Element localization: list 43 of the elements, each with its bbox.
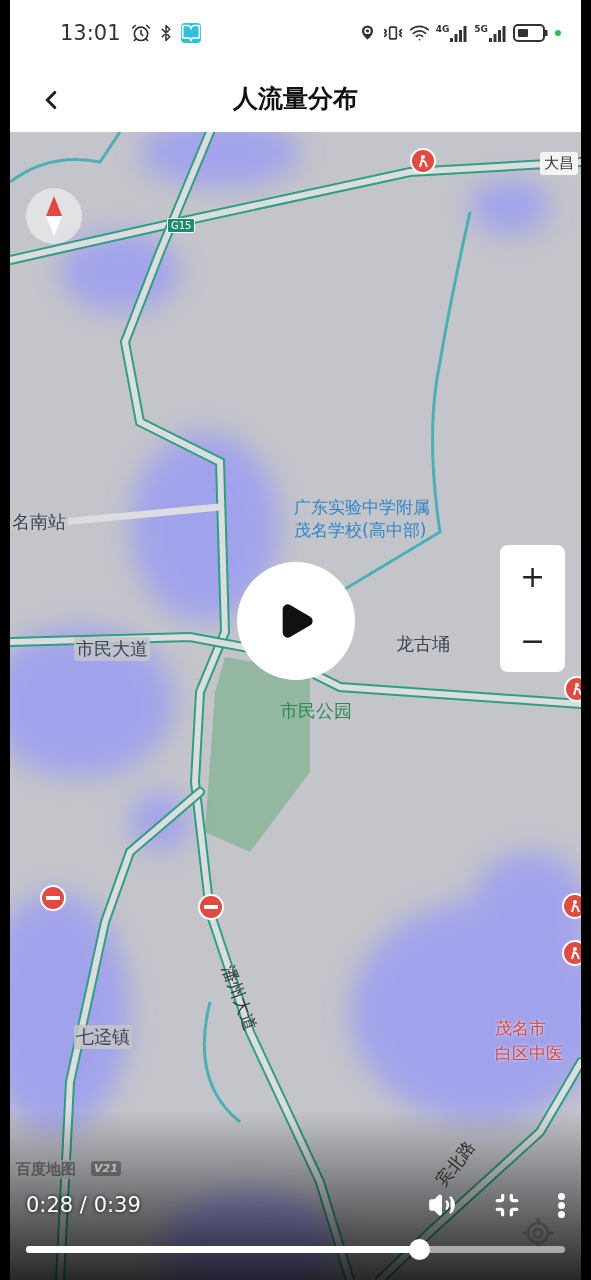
map-label: 白区中医 bbox=[495, 1042, 563, 1065]
map-label: 茂名市 bbox=[495, 1017, 546, 1040]
signal-icon bbox=[489, 23, 507, 42]
signal-icon bbox=[450, 23, 469, 42]
worker-icon bbox=[570, 682, 581, 696]
exit-fullscreen-icon bbox=[494, 1192, 520, 1218]
map-version: V21 bbox=[91, 1161, 121, 1176]
map-label: 龙古埇 bbox=[394, 632, 452, 656]
zoom-in-button[interactable]: + bbox=[500, 545, 565, 609]
progress-thumb[interactable] bbox=[409, 1239, 431, 1260]
exit-fullscreen-button[interactable] bbox=[494, 1192, 520, 1218]
more-button[interactable] bbox=[558, 1192, 565, 1218]
minus-icon bbox=[46, 896, 60, 900]
map-label: 大昌 bbox=[540, 152, 578, 175]
minus-icon bbox=[204, 905, 218, 909]
map-label: 七迳镇 bbox=[74, 1025, 132, 1049]
map-label: G15 bbox=[167, 218, 196, 233]
map-marker[interactable] bbox=[410, 148, 436, 174]
map-marker[interactable] bbox=[198, 894, 224, 920]
road-label: 宾北路 bbox=[430, 1136, 480, 1191]
map-brand: 百度地图 bbox=[16, 1160, 76, 1179]
page-title: 人流量分布 bbox=[233, 83, 358, 115]
worker-icon bbox=[568, 899, 581, 913]
road-label: 潘州大道 bbox=[217, 962, 262, 1035]
progress-track[interactable] bbox=[26, 1239, 565, 1260]
more-icon bbox=[558, 1192, 565, 1218]
compass-icon[interactable] bbox=[26, 188, 82, 244]
battery-icon bbox=[513, 22, 549, 43]
worker-icon bbox=[568, 946, 581, 960]
zoom-out-button[interactable]: − bbox=[500, 608, 565, 672]
map-label: 名南站 bbox=[10, 510, 68, 534]
status-dot-icon bbox=[555, 29, 561, 36]
book-icon bbox=[180, 22, 201, 43]
map-marker[interactable] bbox=[40, 885, 66, 911]
alarm-icon bbox=[130, 22, 151, 43]
network-type: 4G bbox=[435, 23, 450, 34]
network-type: 5G bbox=[474, 23, 488, 34]
map-label: 市民大道 bbox=[74, 637, 150, 661]
status-time: 13:01 bbox=[60, 20, 121, 45]
map-label: 市民公园 bbox=[280, 699, 352, 723]
worker-icon bbox=[416, 154, 430, 168]
map-label: 茂名学校(高中部) bbox=[294, 519, 427, 541]
map-label: 广东实验中学附属 bbox=[294, 496, 430, 518]
